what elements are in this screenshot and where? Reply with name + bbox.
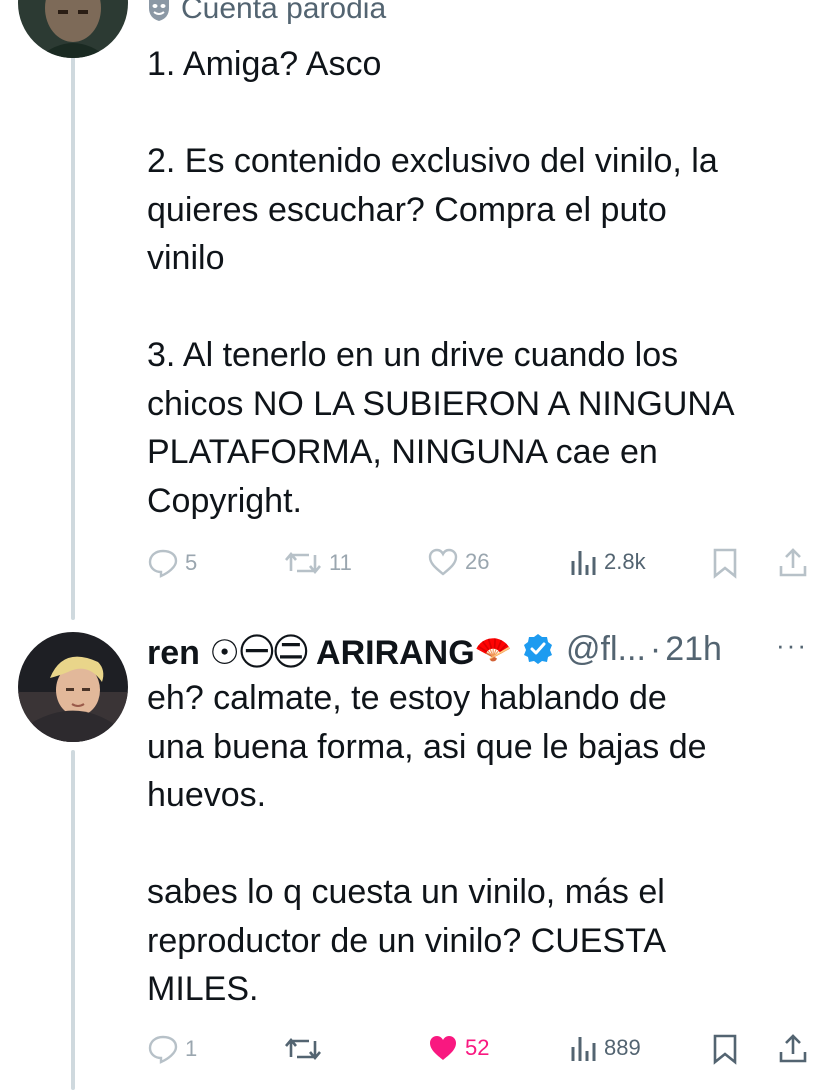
bookmark-icon (713, 548, 737, 579)
reply-icon (148, 549, 178, 578)
bookmark-button[interactable] (712, 547, 738, 579)
tweet-line: chicos NO LA SUBIERON A NINGUNA (147, 384, 735, 423)
tweet-line: 2. Es contenido exclusivo del vinilo, la (147, 142, 718, 180)
tweet-text: eh? calmate, te estoy hablando de una bu… (147, 674, 807, 1014)
views-button[interactable]: 2.8k (570, 547, 646, 577)
views-icon (571, 551, 596, 575)
separator-dot: · (649, 629, 662, 668)
thread-line (71, 55, 75, 620)
tweet-text: 1. Amiga? Asco 2. Es contenido exclusivo… (147, 40, 807, 525)
views-icon (571, 1037, 596, 1061)
parody-label: Cuenta parodia (147, 0, 386, 26)
tweet-line: MILES. (147, 970, 259, 1008)
tweet-line: una buena forma, asi que le bajas de (147, 727, 707, 766)
repost-icon (285, 1037, 321, 1061)
tweet-line: sabes lo q cuesta un vinilo, más el (147, 873, 665, 911)
display-name[interactable]: ren ☉㊀㊁ ARIRANG (147, 625, 475, 674)
tweet-actions: 5 11 26 2.8k (0, 544, 828, 584)
repost-count: 11 (329, 550, 352, 575)
reply-icon (148, 1035, 178, 1064)
tweet-header: ren ☉㊀㊁ ARIRANG 🪭 @fl... · 21h (147, 625, 817, 673)
like-button[interactable]: 52 (427, 1033, 489, 1063)
views-count: 2.8k (604, 549, 646, 574)
like-button[interactable]: 26 (427, 547, 489, 577)
avatar[interactable] (18, 0, 128, 58)
tweet-line: 3. Al tenerlo en un drive cuando los (147, 336, 679, 374)
views-count: 889 (604, 1035, 641, 1060)
share-icon (779, 548, 807, 577)
like-count: 26 (465, 549, 490, 574)
parody-label-text: Cuenta parodia (181, 0, 387, 25)
repost-button[interactable] (283, 1033, 329, 1065)
tweet-line: quieres escuchar? Compra el puto (147, 190, 667, 229)
heart-filled-icon (430, 1036, 456, 1060)
tweet-line: PLATAFORMA, NINGUNA cae en (147, 433, 658, 471)
reply-count: 1 (185, 1036, 198, 1061)
reply-button[interactable]: 1 (147, 1033, 197, 1065)
reply-button[interactable]: 5 (147, 547, 197, 579)
repost-button[interactable]: 11 (283, 547, 352, 579)
more-options-button[interactable]: ··· (776, 630, 808, 661)
share-button[interactable] (778, 546, 808, 578)
tweet-line: eh? calmate, te estoy hablando de (147, 679, 667, 717)
handle[interactable]: @fl... (566, 630, 646, 669)
tweet-line: reproductor de un vinilo? CUESTA (147, 921, 667, 960)
share-icon (779, 1034, 807, 1063)
timestamp[interactable]: 21h (665, 630, 722, 669)
avatar[interactable] (18, 632, 128, 742)
like-count: 52 (465, 1035, 490, 1060)
tweet-line: huevos. (147, 776, 267, 814)
share-button[interactable] (778, 1032, 808, 1064)
reply-count: 5 (185, 550, 198, 575)
bookmark-icon (713, 1034, 737, 1065)
tweet-actions: 1 52 889 (0, 1030, 828, 1070)
tweet-line: 1. Amiga? Asco (147, 45, 382, 83)
verified-badge-icon (522, 633, 554, 665)
bookmark-button[interactable] (712, 1033, 738, 1065)
tweet-line: vinilo (147, 239, 225, 277)
parody-mask-icon (149, 0, 169, 21)
views-button[interactable]: 889 (570, 1033, 641, 1063)
fan-emoji-icon: 🪭 (474, 632, 513, 666)
heart-icon (428, 548, 458, 576)
tweet-line: Copyright. (147, 481, 302, 520)
repost-icon (285, 551, 321, 575)
